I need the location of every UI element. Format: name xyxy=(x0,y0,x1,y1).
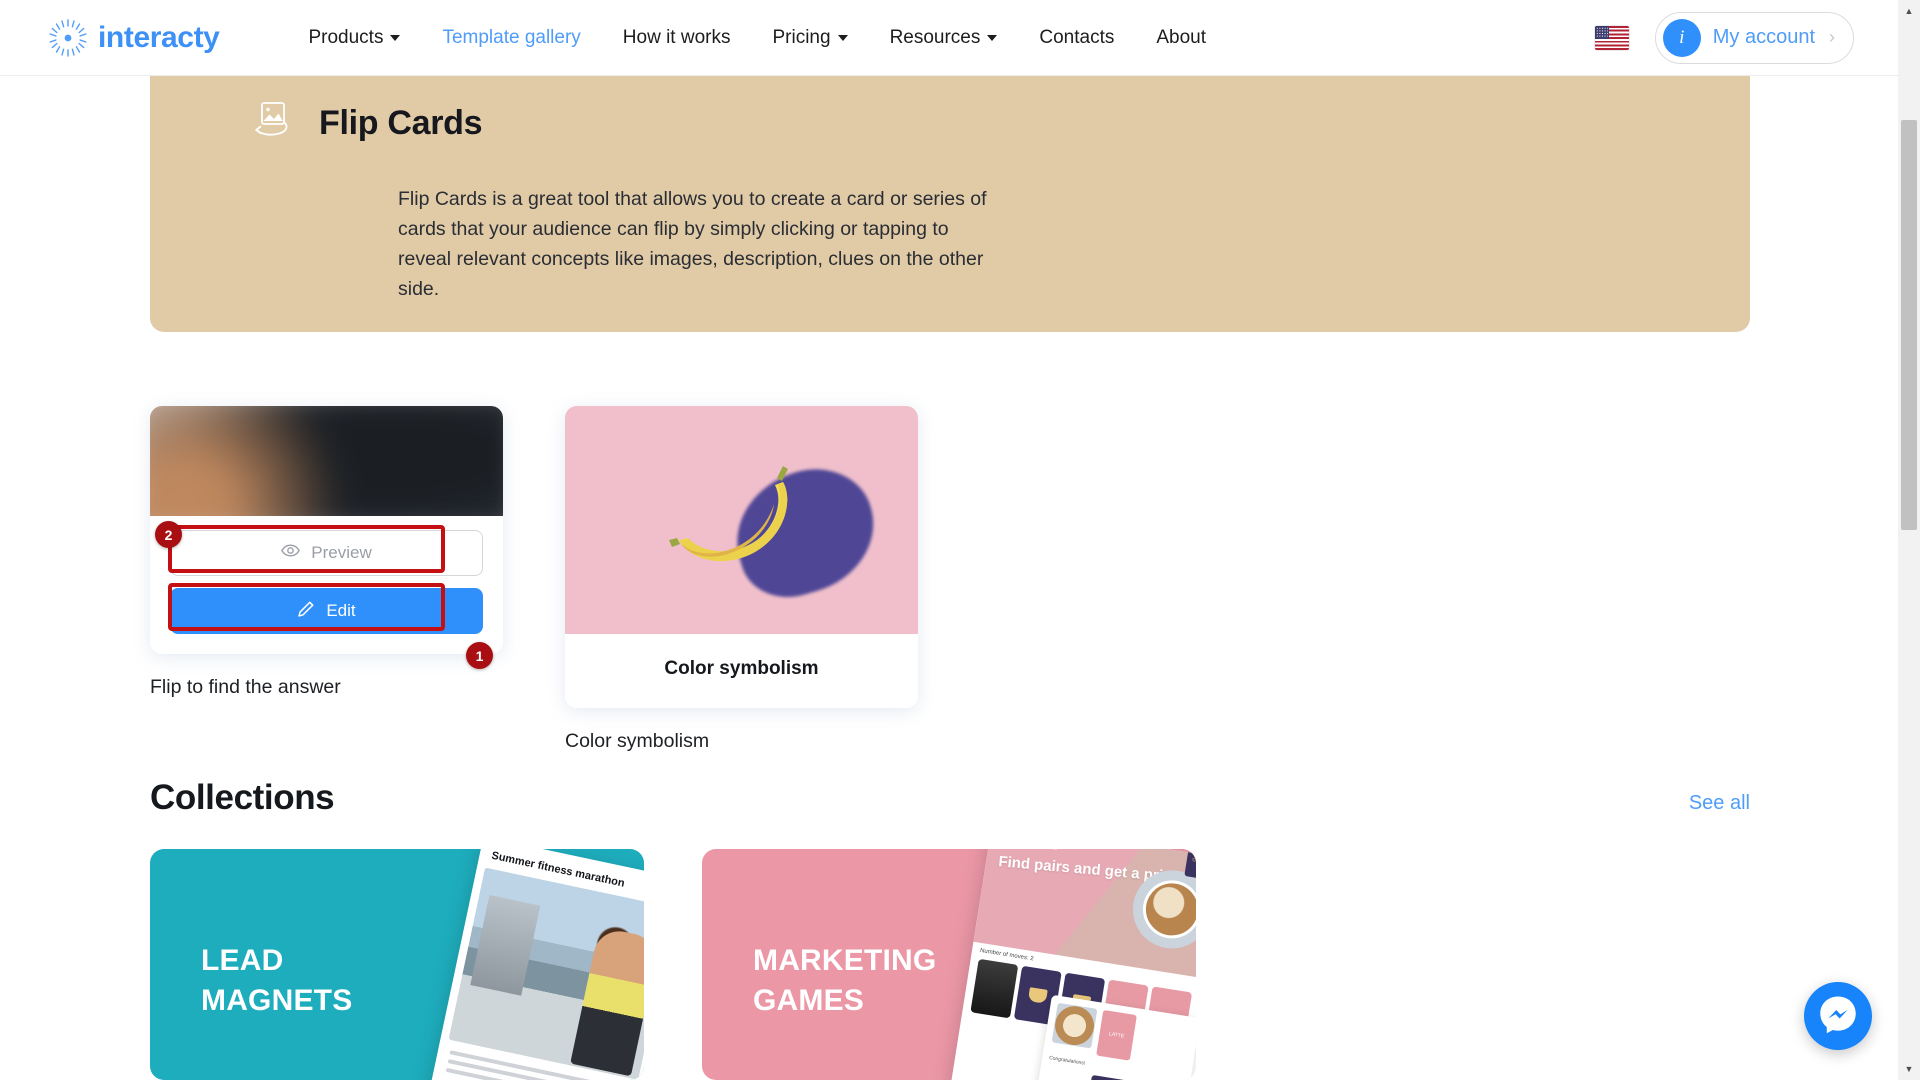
memory-tile xyxy=(970,958,1019,1019)
nav-item-how-it-works[interactable]: How it works xyxy=(602,27,752,49)
logo-text: interacty xyxy=(98,20,220,54)
nav-item-label: How it works xyxy=(622,26,731,48)
vertical-scrollbar[interactable]: ▲ ▼ xyxy=(1898,0,1920,1080)
top-navigation-bar: interacty Products Template gallery How … xyxy=(0,0,1898,76)
collection-label-line1: LEAD xyxy=(201,944,284,977)
template-card-title: Color symbolism xyxy=(565,634,918,708)
see-all-link[interactable]: See all xyxy=(1689,792,1750,815)
avatar: i xyxy=(1662,18,1701,57)
nav-item-label: Resources xyxy=(889,26,981,48)
template-thumbnail[interactable] xyxy=(150,406,503,516)
collection-label-line1: MARKETING xyxy=(753,944,937,977)
template-card-body: Color symbolism xyxy=(565,406,918,708)
annotation-box-edit xyxy=(168,583,445,631)
nav-item-label: Template gallery xyxy=(442,26,581,48)
nav-item-label: Pricing xyxy=(772,26,831,48)
nav-item-template-gallery[interactable]: Template gallery xyxy=(421,27,601,49)
messenger-icon xyxy=(1817,993,1859,1040)
my-account-label: My account xyxy=(1712,26,1815,48)
mock-popup-thumb xyxy=(1051,1002,1098,1049)
nav-item-label: Contacts xyxy=(1039,26,1115,48)
flip-cards-banner: Flip Cards Flip Cards is a great tool th… xyxy=(150,76,1750,332)
logo[interactable]: interacty xyxy=(48,18,220,58)
collection-card-marketing-games[interactable]: MARKETING GAMES MEMORY GAME Find pairs a… xyxy=(702,849,1196,1080)
collection-card-label: MARKETING GAMES xyxy=(753,941,936,1021)
nav-item-pricing[interactable]: Pricing xyxy=(751,27,868,49)
template-cards-row: Preview Edit Flip to find the answer Col… xyxy=(150,406,918,753)
sunburst-logo-icon xyxy=(48,18,88,58)
banner-description: Flip Cards is a great tool that allows y… xyxy=(398,188,987,300)
flip-image-icon xyxy=(247,98,297,148)
us-flag-icon[interactable] xyxy=(1594,25,1629,50)
scroll-up-arrow-icon[interactable]: ▲ xyxy=(1898,0,1920,22)
nav-item-products[interactable]: Products xyxy=(287,27,421,49)
page-root: interacty Products Template gallery How … xyxy=(0,0,1920,1080)
mock-popup-next-button: Next xyxy=(1089,1074,1138,1080)
mock-game-kicker: MEMORY GAME xyxy=(1001,849,1058,852)
annotation-badge-2: 2 xyxy=(155,521,182,548)
messenger-chat-button[interactable] xyxy=(1804,982,1872,1050)
mock-popup-card-label: LATTE xyxy=(1096,1009,1137,1061)
chevron-down-icon xyxy=(390,34,401,41)
scrollbar-thumb[interactable] xyxy=(1901,120,1917,530)
marketing-game-mock: MEMORY GAME Find pairs and get a prize! … xyxy=(950,849,1196,1080)
collections-title: Collections xyxy=(150,778,335,817)
collection-card-label: LEAD MAGNETS xyxy=(201,941,352,1021)
nav-right-group: i My account › xyxy=(1594,11,1854,64)
template-card-color-symbolism[interactable]: Color symbolism Color symbolism xyxy=(565,406,918,753)
collections-row: LEAD MAGNETS Summer fitness marathon MAR… xyxy=(150,849,1196,1080)
chevron-right-icon: › xyxy=(1829,27,1835,47)
chevron-down-icon xyxy=(987,34,998,41)
nav-links: Products Template gallery How it works P… xyxy=(287,27,1227,49)
nav-item-resources[interactable]: Resources xyxy=(869,27,1019,49)
template-caption: Color symbolism xyxy=(565,730,710,752)
template-card-flip-to-find-the-answer[interactable]: Preview Edit Flip to find the answer xyxy=(150,406,503,753)
my-account-button[interactable]: i My account › xyxy=(1654,11,1854,64)
scroll-down-arrow-icon[interactable]: ▼ xyxy=(1898,1058,1920,1080)
banana-illustration xyxy=(669,466,788,562)
collection-label-line2: GAMES xyxy=(753,984,865,1017)
template-caption: Flip to find the answer xyxy=(150,676,341,698)
collection-card-lead-magnets[interactable]: LEAD MAGNETS Summer fitness marathon xyxy=(150,849,644,1080)
annotation-box-preview xyxy=(168,525,445,573)
annotation-badge-1: 1 xyxy=(466,642,493,669)
collection-label-line2: MAGNETS xyxy=(201,984,353,1017)
nav-item-label: About xyxy=(1156,26,1207,48)
chevron-down-icon xyxy=(837,34,848,41)
banner-header: Flip Cards xyxy=(150,76,1750,148)
page-title: Flip Cards xyxy=(319,103,483,142)
banana-on-pink-icon[interactable] xyxy=(565,406,918,634)
nav-item-contacts[interactable]: Contacts xyxy=(1018,27,1135,49)
nav-item-label: Products xyxy=(308,26,384,48)
lead-magnet-mock-sheet: Summer fitness marathon xyxy=(421,849,644,1080)
nav-item-about[interactable]: About xyxy=(1135,27,1227,49)
collections-header: Collections See all xyxy=(150,778,1750,818)
